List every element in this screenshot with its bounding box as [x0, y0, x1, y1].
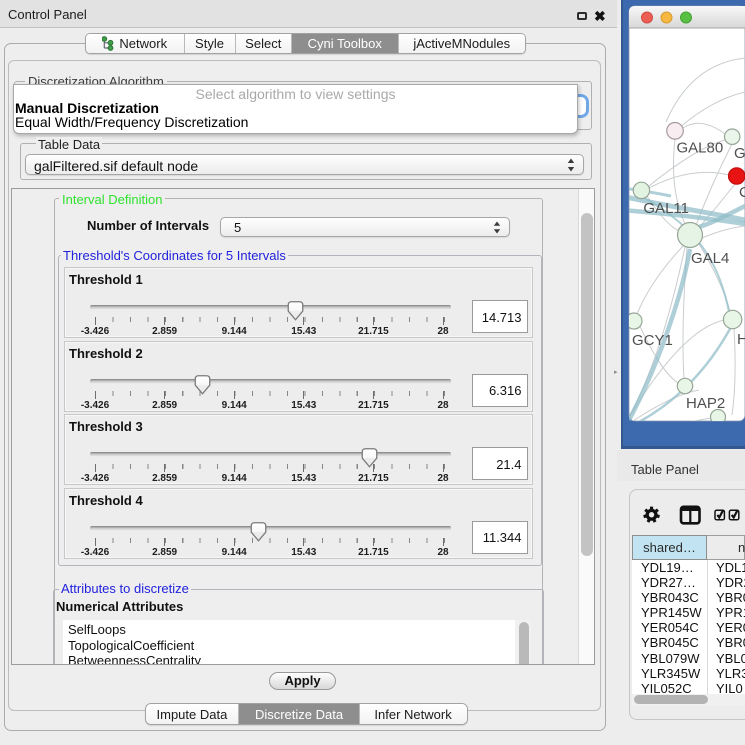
- svg-text:GAL11: GAL11: [643, 200, 689, 217]
- svg-text:GA: GA: [734, 145, 745, 162]
- svg-text:C: C: [739, 184, 745, 201]
- svg-text:H: H: [737, 331, 745, 348]
- svg-text:GCY1: GCY1: [632, 332, 673, 349]
- svg-text:HAP2: HAP2: [686, 395, 725, 412]
- svg-text:GAL80: GAL80: [677, 140, 724, 157]
- svg-text:GAL4: GAL4: [691, 250, 729, 267]
